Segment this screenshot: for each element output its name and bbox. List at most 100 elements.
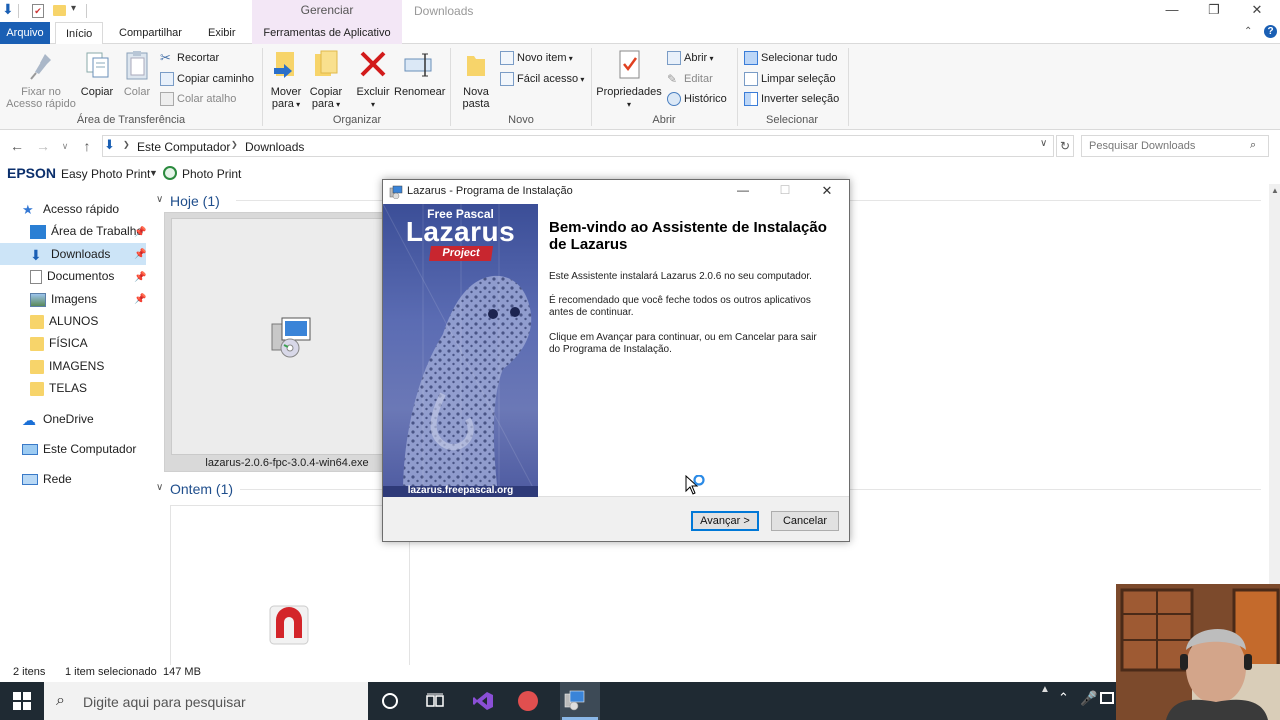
open-icon xyxy=(667,51,681,66)
nav-folder-telas[interactable]: TELAS xyxy=(30,377,87,399)
collapse-group-icon[interactable]: ∨ xyxy=(156,194,163,205)
new-folder-label-1: Nova xyxy=(463,86,489,98)
cortana-icon[interactable] xyxy=(382,693,398,709)
nav-network-label: Rede xyxy=(43,472,72,486)
vertical-scrollbar[interactable] xyxy=(1269,184,1280,584)
easy-access-button[interactable]: Fácil acesso ▾ xyxy=(500,70,584,88)
group-new-label: Novo xyxy=(508,114,534,126)
qat-divider xyxy=(18,4,19,18)
copy-button[interactable]: Copiar xyxy=(80,48,114,98)
dialog-close-icon[interactable]: ✕ xyxy=(817,183,837,199)
history-button[interactable]: Histórico xyxy=(667,90,727,108)
search-icon: ⌕ xyxy=(56,692,65,709)
nav-onedrive[interactable]: ☁ OneDrive xyxy=(22,408,94,430)
help-icon[interactable]: ? xyxy=(1264,25,1277,38)
recent-locations-icon[interactable]: ∨ xyxy=(56,137,74,155)
qat-customize-icon[interactable]: ▾ xyxy=(71,3,76,14)
group-today[interactable]: Hoje (1) xyxy=(170,193,220,209)
tab-exibir[interactable]: Exibir xyxy=(198,22,246,44)
close-icon[interactable]: ✕ xyxy=(1242,2,1272,20)
task-view-icon[interactable] xyxy=(426,693,444,709)
delete-button[interactable]: Excluir ▾ xyxy=(354,48,392,111)
invert-selection-icon xyxy=(744,92,758,107)
tab-inicio[interactable]: Início xyxy=(55,22,104,45)
edit-button[interactable]: ✎ Editar xyxy=(667,70,713,88)
copy-to-button[interactable]: Copiar para ▾ xyxy=(307,48,345,111)
status-size: 147 MB xyxy=(163,666,201,678)
ribbon-tab-bar xyxy=(0,22,1280,44)
open-button[interactable]: Abrir ▾ xyxy=(667,49,713,67)
tray-expand-icon[interactable]: ▲ xyxy=(1040,684,1050,695)
nav-images[interactable]: Imagens xyxy=(30,288,97,310)
nav-network[interactable]: Rede xyxy=(22,468,72,490)
easy-access-label: Fácil acesso xyxy=(517,73,579,85)
computer-icon xyxy=(22,444,38,456)
app-circle-icon[interactable] xyxy=(518,691,538,711)
nav-this-pc[interactable]: Este Computador xyxy=(22,438,136,460)
pdf-reader-icon xyxy=(268,602,310,646)
rename-button[interactable]: Renomear xyxy=(394,48,445,98)
up-arrow-icon[interactable]: ↑ xyxy=(78,137,96,155)
pin-label-2: Acesso rápido xyxy=(6,98,76,110)
group-yesterday[interactable]: Ontem (1) xyxy=(170,481,233,497)
easy-photo-print-button[interactable]: Easy Photo Print xyxy=(61,167,150,181)
nav-documents[interactable]: Documentos xyxy=(30,265,114,287)
tab-arquivo[interactable]: Arquivo xyxy=(0,22,50,44)
status-item-count: 2 itens xyxy=(13,666,46,678)
downloads-location-icon: ⬇ xyxy=(104,137,115,152)
pin-quick-access-button[interactable]: Fixar no Acesso rápido xyxy=(4,48,78,110)
restore-icon[interactable]: ❐ xyxy=(1199,2,1229,20)
scroll-up-icon[interactable]: ▲ xyxy=(1271,186,1279,195)
properties-label: Propriedades xyxy=(596,86,662,98)
search-input[interactable]: Pesquisar Downloads xyxy=(1081,135,1269,157)
tab-compartilhar[interactable]: Compartilhar xyxy=(109,22,192,44)
collapse-group-icon[interactable]: ∨ xyxy=(156,482,163,493)
easy-photo-print-dropdown-icon[interactable]: ▼ xyxy=(149,168,158,178)
new-folder-label-2: pasta xyxy=(462,98,490,110)
invert-selection-button[interactable]: Inverter seleção xyxy=(744,90,839,108)
windows-start-icon[interactable] xyxy=(13,692,31,710)
back-arrow-icon[interactable]: ← xyxy=(8,137,26,155)
nav-downloads[interactable]: ⬇ Downloads xyxy=(30,243,110,265)
properties-qat-icon[interactable]: ✔ xyxy=(32,4,44,18)
file-name-lazarus[interactable]: lazarus-2.0.6-fpc-3.0.4-win64.exe xyxy=(164,457,410,469)
cancel-button[interactable]: Cancelar xyxy=(771,511,839,531)
paste-shortcut-label: Colar atalho xyxy=(177,93,237,105)
breadcrumb-this-pc[interactable]: Este Computador xyxy=(137,140,230,154)
nav-folder-alunos[interactable]: ALUNOS xyxy=(30,310,98,332)
cut-button[interactable]: ✂ Recortar xyxy=(160,49,219,67)
copy-path-button[interactable]: Copiar caminho xyxy=(160,70,254,88)
photo-print-button[interactable]: Photo Print xyxy=(182,167,241,181)
tab-ferramentas-aplicativo[interactable]: Ferramentas de Aplicativo xyxy=(252,22,402,44)
manage-contextual-tab[interactable]: Gerenciar xyxy=(252,0,402,22)
new-item-button[interactable]: Novo item ▾ xyxy=(500,49,573,67)
nav-folder-fisica[interactable]: FÍSICA xyxy=(30,332,88,354)
refresh-icon[interactable]: ↻ xyxy=(1056,135,1074,157)
nav-desktop[interactable]: Área de Trabalho xyxy=(30,220,143,242)
visual-studio-icon[interactable] xyxy=(472,691,494,711)
next-button[interactable]: Avançar > xyxy=(691,511,759,531)
down-arrow-icon[interactable]: ⬇ xyxy=(2,1,14,17)
microphone-icon[interactable]: 🎤 xyxy=(1080,690,1097,707)
folder-icon xyxy=(30,359,44,374)
address-dropdown-icon[interactable]: ∨ xyxy=(1040,138,1047,149)
properties-button[interactable]: Propriedades ▾ xyxy=(596,48,662,111)
network-tray-icon[interactable] xyxy=(1100,692,1114,704)
new-folder-qat-icon[interactable] xyxy=(53,5,66,16)
dialog-minimize-icon[interactable]: — xyxy=(733,183,753,197)
move-to-button[interactable]: Mover para ▾ xyxy=(268,48,304,111)
nav-desktop-label: Área de Trabalho xyxy=(51,224,144,238)
select-all-button[interactable]: Selecionar tudo xyxy=(744,49,837,67)
paste-button[interactable]: Colar xyxy=(121,48,153,98)
tray-up-icon[interactable]: ⌃ xyxy=(1058,690,1069,706)
nav-fisica-label: FÍSICA xyxy=(49,336,88,350)
nav-quick-access[interactable]: ★ Acesso rápido xyxy=(22,198,119,220)
select-none-button[interactable]: Limpar seleção xyxy=(744,70,836,88)
paste-shortcut-button[interactable]: Colar atalho xyxy=(160,90,236,108)
breadcrumb-downloads[interactable]: Downloads xyxy=(245,140,304,154)
ribbon-collapse-icon[interactable]: ⌃ xyxy=(1244,26,1252,37)
minimize-icon[interactable]: — xyxy=(1157,2,1187,20)
nav-folder-imagens[interactable]: IMAGENS xyxy=(30,355,104,377)
forward-arrow-icon[interactable]: → xyxy=(34,137,52,155)
new-folder-button[interactable]: Nova pasta xyxy=(456,48,496,110)
